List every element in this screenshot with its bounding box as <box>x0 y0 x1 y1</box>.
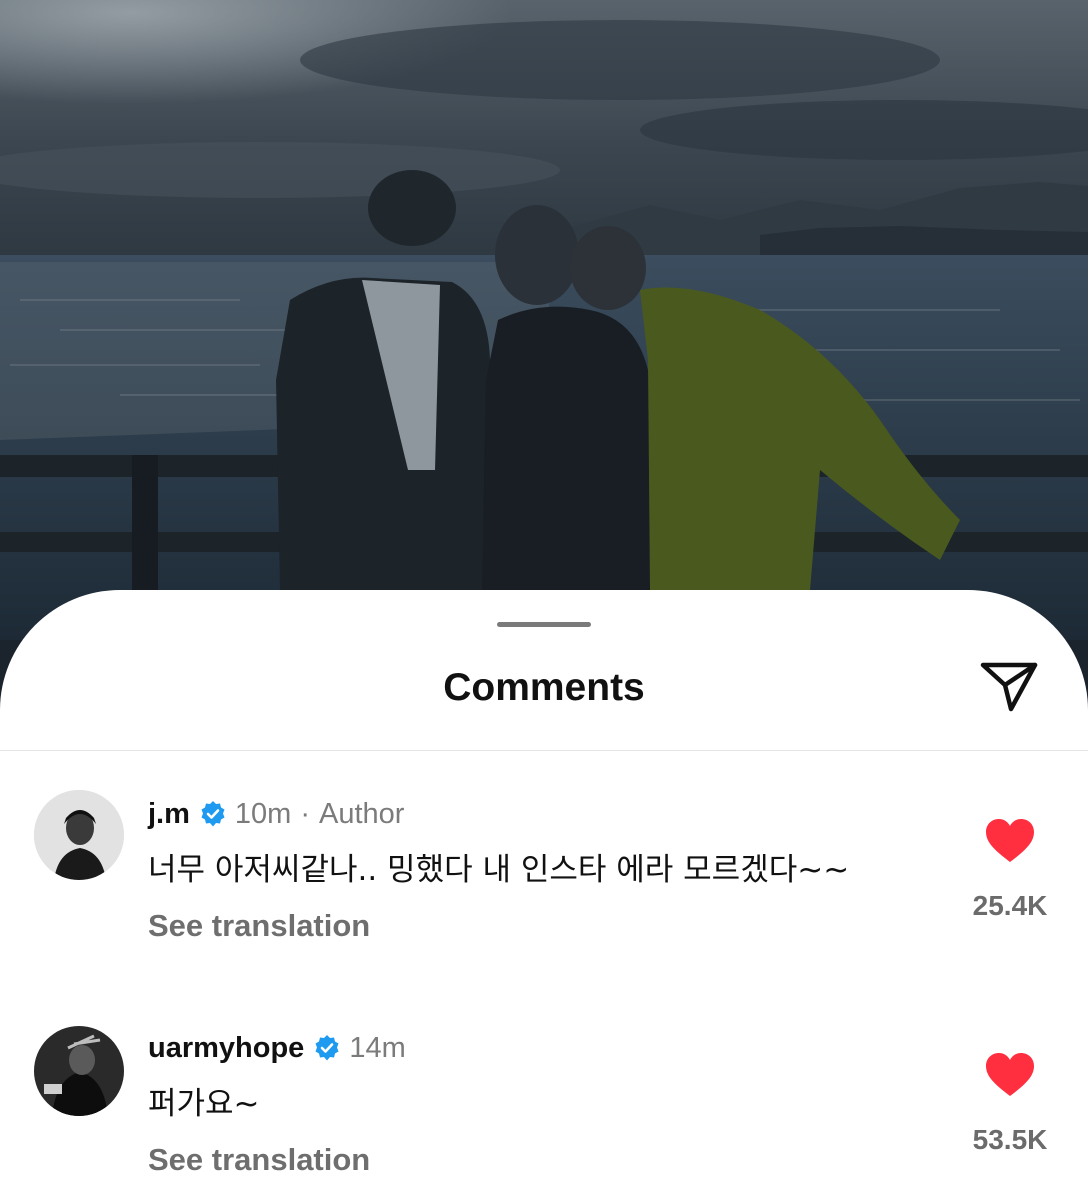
comments-sheet: Comments j.m 10m · Author 너무 아저씨같나.. 밍했다… <box>0 590 1088 1200</box>
sheet-title: Comments <box>443 666 645 709</box>
sheet-grabber-handle[interactable] <box>497 622 591 627</box>
like-count: 53.5K <box>972 1124 1048 1155</box>
share-button[interactable] <box>972 656 1046 718</box>
meta-separator: · <box>300 797 310 830</box>
comment-text: 퍼가요~ <box>148 1086 260 1122</box>
comment-time: 10m <box>234 797 292 830</box>
header-divider <box>0 750 1088 751</box>
post-photo-background <box>0 0 1088 640</box>
comment-meta: j.m 10m · Author <box>148 794 404 834</box>
heart-filled-icon <box>984 1052 1036 1098</box>
verified-badge-icon <box>313 1034 341 1062</box>
verified-badge-icon <box>199 800 227 828</box>
heart-filled-icon <box>984 818 1036 864</box>
avatar[interactable] <box>34 790 124 880</box>
username[interactable]: uarmyhope <box>148 1032 304 1065</box>
see-translation-button[interactable]: See translation <box>148 908 370 944</box>
comment-time: 14m <box>349 1031 406 1064</box>
comment-meta: uarmyhope 14m <box>148 1028 406 1068</box>
like-count: 25.4K <box>972 890 1048 921</box>
username[interactable]: j.m <box>148 798 190 831</box>
like-button[interactable] <box>984 1052 1036 1098</box>
author-label: Author <box>319 797 405 830</box>
avatar[interactable] <box>34 1026 124 1116</box>
paper-plane-icon <box>977 657 1041 718</box>
see-translation-button[interactable]: See translation <box>148 1142 370 1178</box>
like-button[interactable] <box>984 818 1036 864</box>
comment-text: 너무 아저씨같나.. 밍했다 내 인스타 에라 모르겠다~~ <box>148 852 850 888</box>
